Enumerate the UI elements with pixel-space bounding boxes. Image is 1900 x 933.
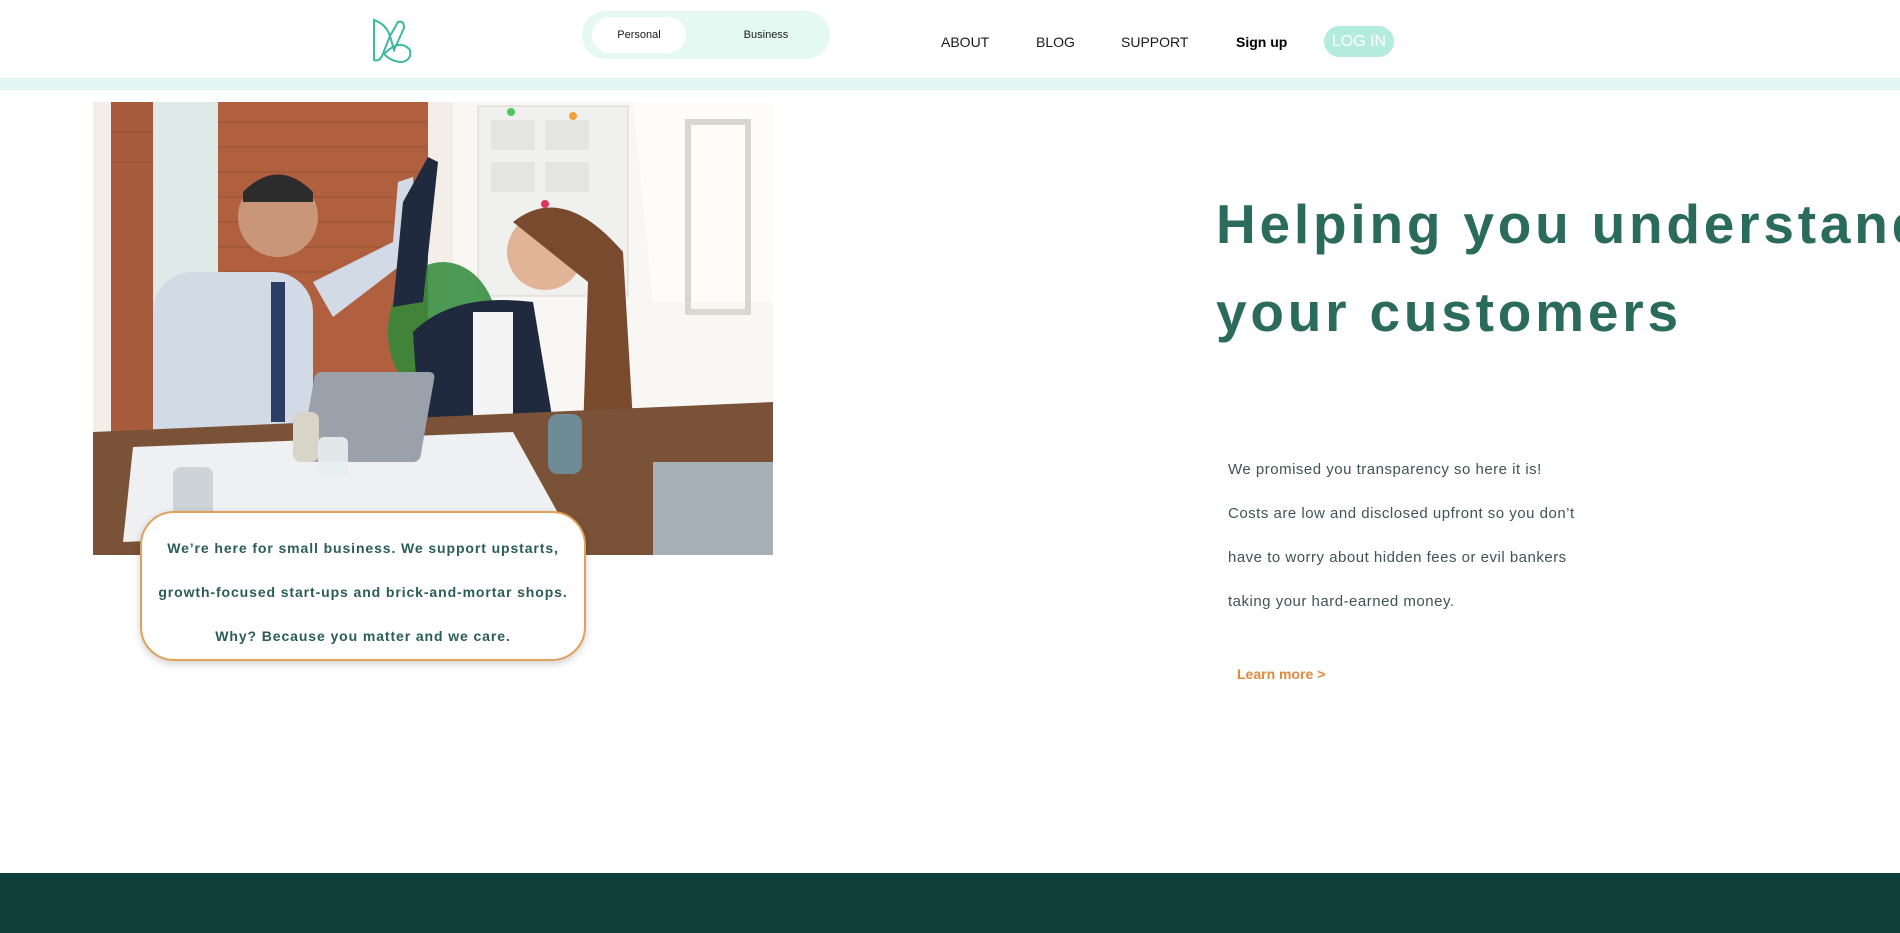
callout-line-2: growth-focused start-ups and brick-and-m… <box>158 584 568 600</box>
learn-more-link[interactable]: Learn more > <box>1237 666 1325 682</box>
office-high-five-photo <box>93 102 773 555</box>
hero-description: We promised you transparency so here it … <box>1228 448 1648 624</box>
signup-link[interactable]: Sign up <box>1236 34 1287 50</box>
abstract-leaf-logo-icon[interactable] <box>370 16 420 66</box>
nav-blog[interactable]: BLOG <box>1036 34 1075 50</box>
description-line-4: taking your hard-earned money. <box>1228 593 1455 610</box>
toggle-business[interactable]: Business <box>718 17 814 53</box>
description-line-3: have to worry about hidden fees or evil … <box>1228 549 1567 566</box>
header-divider-strip <box>0 78 1900 90</box>
description-line-1: We promised you transparency so here it … <box>1228 461 1542 478</box>
login-button[interactable]: LOG IN <box>1324 26 1394 57</box>
headline-line-2: your customers <box>1216 281 1682 343</box>
toggle-personal[interactable]: Personal <box>592 17 686 53</box>
small-business-callout: We’re here for small business. We suppor… <box>140 511 586 661</box>
callout-line-3: Why? Because you matter and we care. <box>215 628 511 644</box>
callout-line-1: We’re here for small business. We suppor… <box>167 540 559 556</box>
footer-band <box>0 873 1900 933</box>
account-type-toggle: Personal Business <box>582 11 830 59</box>
hero-headline: Helping you understand your customers <box>1216 180 1900 356</box>
nav-support[interactable]: SUPPORT <box>1121 34 1188 50</box>
headline-line-1: Helping you understand <box>1216 193 1900 255</box>
description-line-2: Costs are low and disclosed upfront so y… <box>1228 505 1575 522</box>
site-header: Personal Business ABOUT BLOG SUPPORT Sig… <box>0 0 1900 78</box>
nav-about[interactable]: ABOUT <box>941 34 989 50</box>
